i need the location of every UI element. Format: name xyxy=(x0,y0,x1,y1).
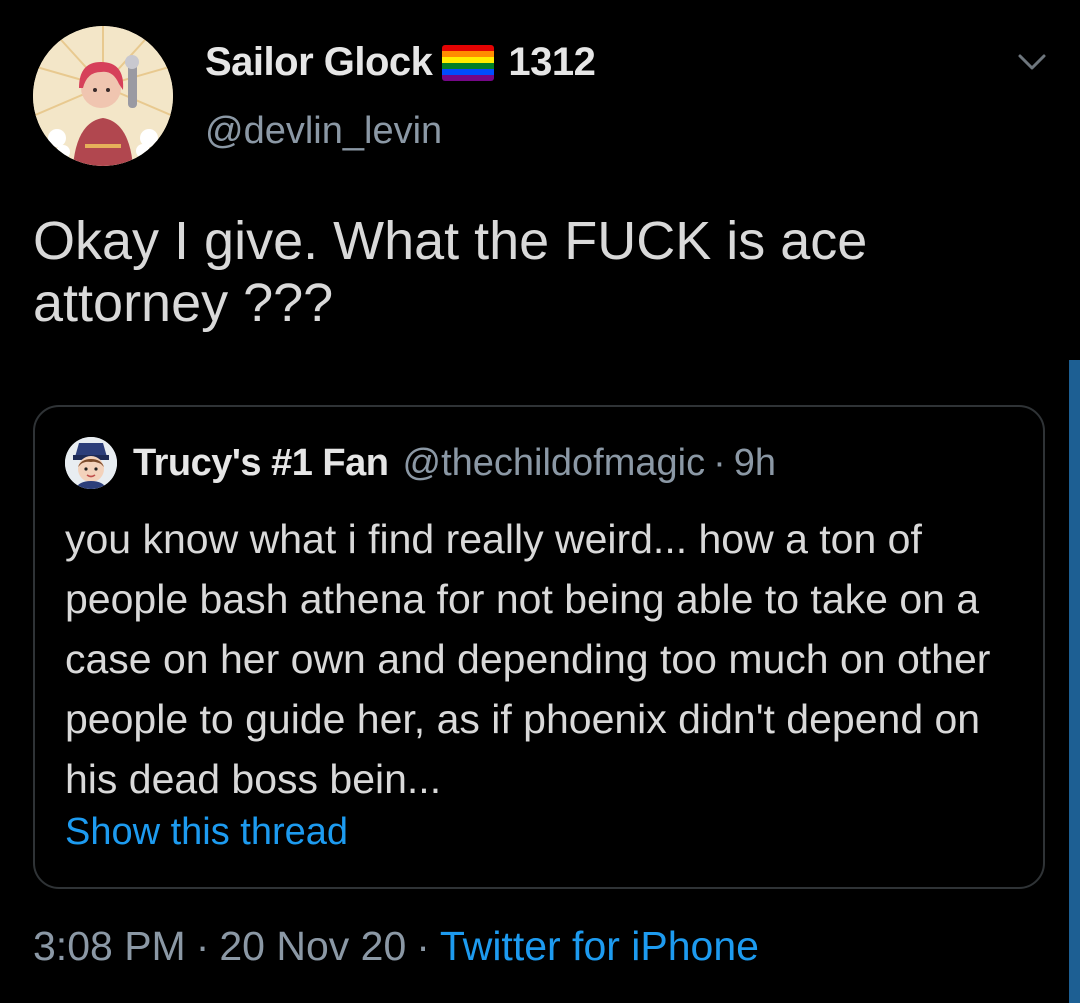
author-display-name[interactable]: Sailor Glock 1312 xyxy=(205,40,596,85)
meta-separator: · xyxy=(195,923,210,969)
tweet-date[interactable]: 20 Nov 20 xyxy=(219,923,406,969)
author-handle[interactable]: @devlin_levin xyxy=(205,110,442,153)
tweet-meta: 3:08 PM · 20 Nov 20 · Twitter for iPhone xyxy=(33,923,759,970)
quoted-separator: · xyxy=(713,441,726,484)
display-name-suffix: 1312 xyxy=(508,40,596,84)
quoted-display-name: Trucy's #1 Fan xyxy=(133,441,389,484)
tweet-source-link[interactable]: Twitter for iPhone xyxy=(440,923,759,969)
quoted-tweet-card[interactable]: Trucy's #1 Fan @thechildofmagic · 9h you… xyxy=(33,405,1045,889)
tweet-text: Okay I give. What the FUCK is ace attorn… xyxy=(33,211,868,333)
tweet-time[interactable]: 3:08 PM xyxy=(33,923,186,969)
show-thread-link[interactable]: Show this thread xyxy=(65,811,348,854)
quoted-author-avatar xyxy=(65,437,117,489)
quoted-tweet-header: Trucy's #1 Fan @thechildofmagic · 9h xyxy=(65,437,776,489)
quoted-tweet-text: you know what i find really weird... how… xyxy=(65,516,991,802)
meta-separator: · xyxy=(416,923,430,969)
chevron-down-icon[interactable] xyxy=(1015,50,1049,74)
quoted-timestamp: 9h xyxy=(733,441,777,484)
display-name-text: Sailor Glock xyxy=(205,40,433,84)
author-avatar[interactable] xyxy=(33,26,173,166)
scrollbar-thumb[interactable] xyxy=(1069,360,1080,1003)
avatar-illustration xyxy=(33,26,173,166)
rainbow-flag-icon xyxy=(442,44,495,81)
quoted-handle: @thechildofmagic xyxy=(402,441,706,484)
